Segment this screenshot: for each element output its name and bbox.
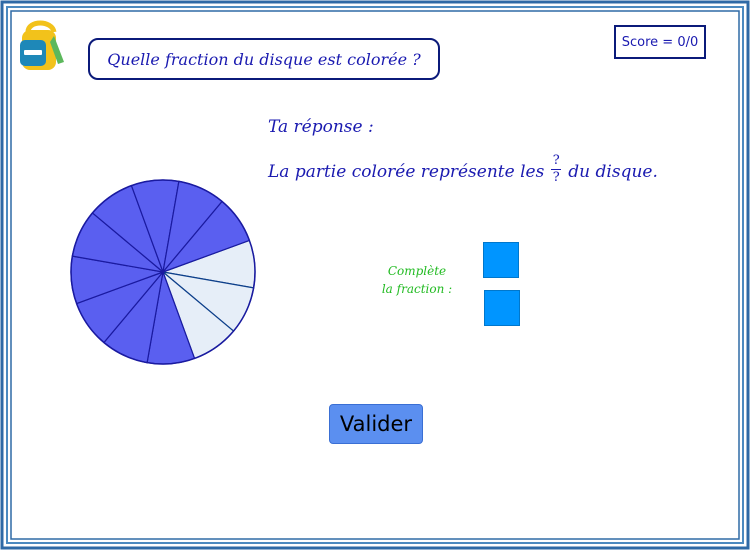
answer-sentence-after: du disque. <box>568 161 658 182</box>
denominator-input[interactable] <box>484 290 520 326</box>
backpack-icon <box>14 14 68 72</box>
answer-sentence-before: La partie colorée représente les <box>268 161 545 182</box>
score-box: Score = 0/0 <box>614 25 706 59</box>
question-text: Quelle fraction du disque est colorée ? <box>107 49 421 69</box>
validate-button[interactable]: Valider <box>329 404 423 444</box>
fraction-denominator: ? <box>552 170 560 185</box>
score-text: Score = 0/0 <box>621 34 699 50</box>
fraction-numerator: ? <box>552 153 560 168</box>
answer-title: Ta réponse : <box>268 117 374 137</box>
answer-sentence: La partie colorée représente les ? ? du … <box>268 153 658 187</box>
numerator-input[interactable] <box>483 242 519 278</box>
hint-line-1: Complète <box>387 264 447 278</box>
answer-fraction: ? ? <box>551 153 562 185</box>
question-box: Quelle fraction du disque est colorée ? <box>88 38 440 80</box>
hint-line-2: la fraction : <box>381 282 453 296</box>
hint-text: Complète la fraction : <box>372 262 462 298</box>
fraction-disc <box>70 179 256 365</box>
